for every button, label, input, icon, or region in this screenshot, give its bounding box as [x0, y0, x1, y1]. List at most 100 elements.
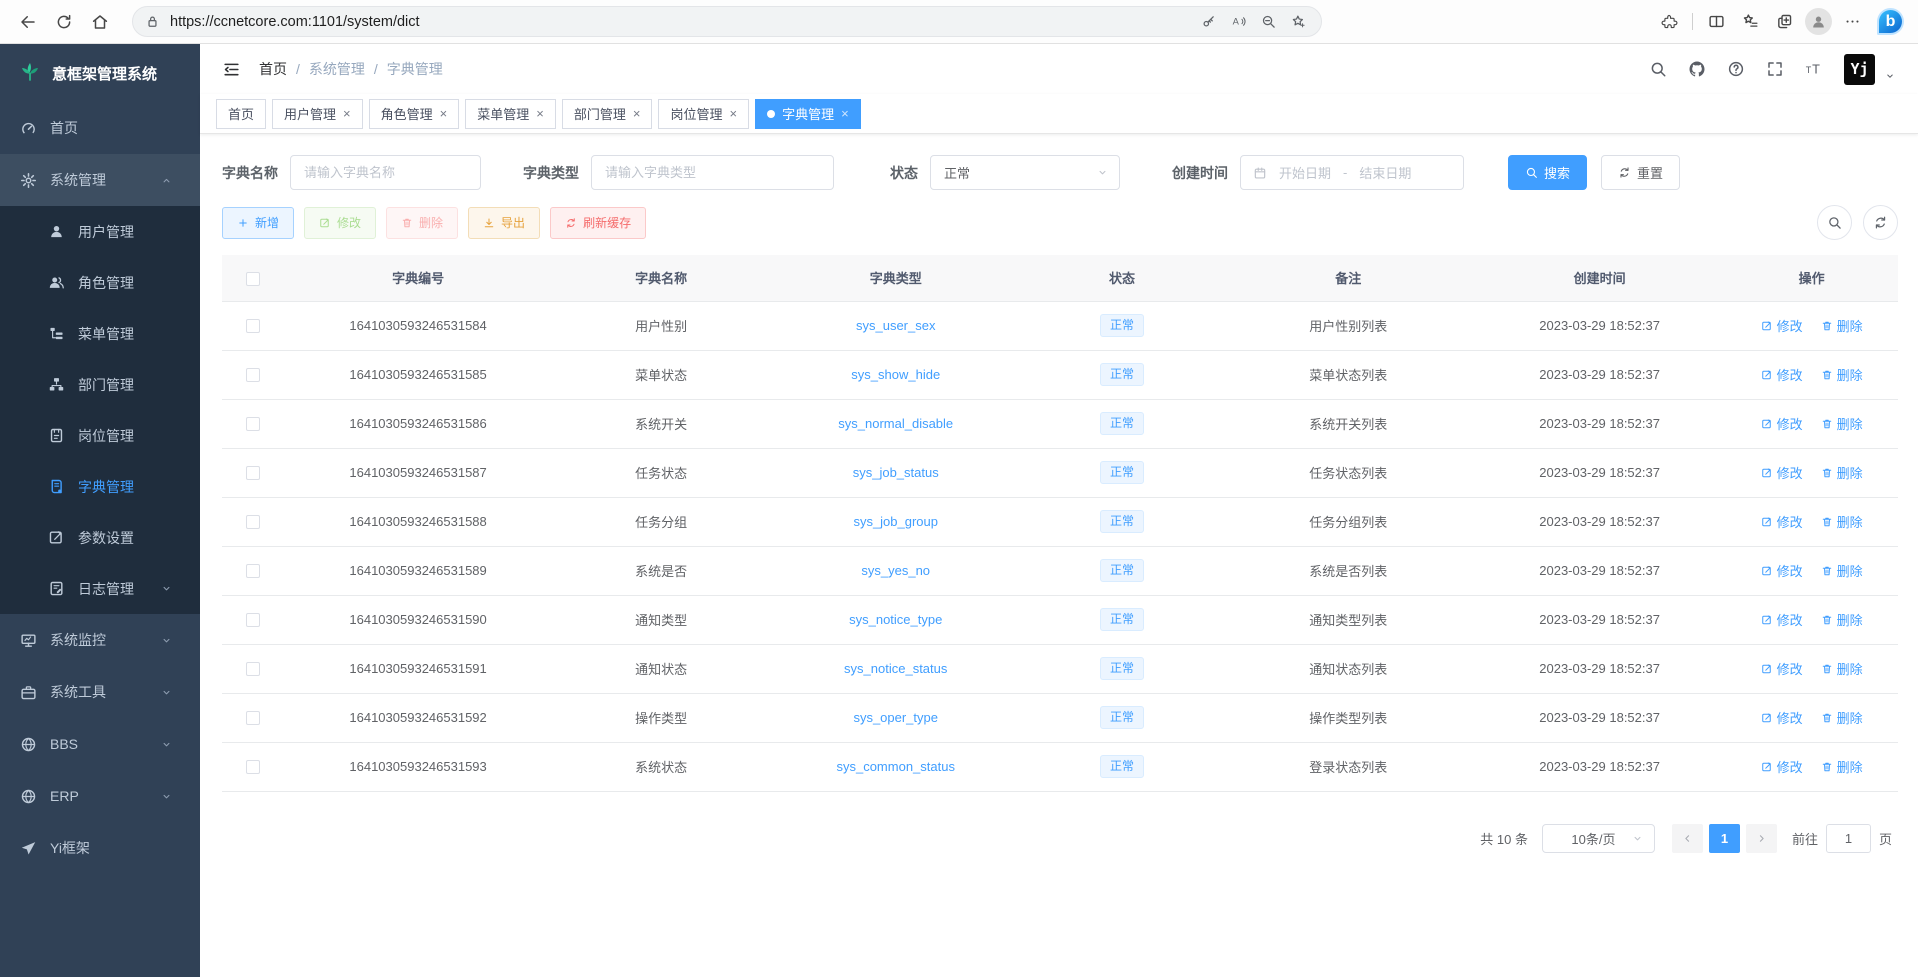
dict-type-link[interactable]: sys_normal_disable — [838, 416, 953, 431]
row-edit-link[interactable]: 修改 — [1761, 365, 1803, 384]
row-edit-link[interactable]: 修改 — [1761, 463, 1803, 482]
sidebar-item-user-admin[interactable]: 用户管理 — [0, 206, 200, 257]
row-checkbox[interactable] — [246, 368, 260, 382]
row-delete-link[interactable]: 删除 — [1821, 610, 1863, 629]
user-avatar[interactable]: Yj — [1844, 54, 1875, 85]
row-edit-link[interactable]: 修改 — [1761, 708, 1803, 727]
row-checkbox[interactable] — [246, 613, 260, 627]
sidebar-item-system-admin[interactable]: 系统管理 — [0, 154, 200, 206]
tab-close-icon[interactable]: × — [633, 106, 641, 121]
app-logo[interactable]: 意框架管理系统 — [0, 44, 200, 102]
sidebar-item-role-admin[interactable]: 角色管理 — [0, 257, 200, 308]
breadcrumb-item[interactable]: 系统管理 — [309, 59, 365, 79]
row-edit-link[interactable]: 修改 — [1761, 316, 1803, 335]
select-all-checkbox[interactable] — [246, 272, 260, 286]
tab-close-icon[interactable]: × — [440, 106, 448, 121]
row-delete-link[interactable]: 删除 — [1821, 708, 1863, 727]
dict-type-link[interactable]: sys_show_hide — [851, 367, 940, 382]
tab-post-admin[interactable]: 岗位管理× — [658, 99, 749, 129]
prev-page-button[interactable] — [1672, 824, 1703, 853]
tab-close-icon[interactable]: × — [729, 106, 737, 121]
row-checkbox[interactable] — [246, 466, 260, 480]
sidebar-item-log-admin[interactable]: 日志管理 — [0, 563, 200, 614]
sidebar-item-dict-admin[interactable]: 字典管理 — [0, 461, 200, 512]
edit-button[interactable]: 修改 — [304, 207, 376, 239]
reset-button[interactable]: 重置 — [1601, 155, 1680, 190]
dict-type-link[interactable]: sys_job_group — [853, 514, 938, 529]
row-checkbox[interactable] — [246, 760, 260, 774]
sidebar-item-yi-framework[interactable]: Yi框架 — [0, 822, 200, 874]
add-button[interactable]: 新增 — [222, 207, 294, 239]
sidebar-item-param-settings[interactable]: 参数设置 — [0, 512, 200, 563]
row-delete-link[interactable]: 删除 — [1821, 365, 1863, 384]
breadcrumb-item[interactable]: 字典管理 — [387, 59, 443, 79]
sidebar-item-erp[interactable]: ERP — [0, 770, 200, 822]
url-text[interactable]: https://ccnetcore.com:1101/system/dict — [170, 14, 1193, 30]
address-bar[interactable]: https://ccnetcore.com:1101/system/dict A — [132, 6, 1322, 37]
tab-role-admin[interactable]: 角色管理× — [369, 99, 460, 129]
date-range-picker[interactable]: 开始日期 - 结束日期 — [1240, 155, 1464, 190]
next-page-button[interactable] — [1746, 824, 1777, 853]
bing-discover-button[interactable]: b — [1877, 8, 1904, 35]
row-delete-link[interactable]: 删除 — [1821, 512, 1863, 531]
row-checkbox[interactable] — [246, 515, 260, 529]
dict-type-link[interactable]: sys_notice_type — [849, 612, 942, 627]
row-delete-link[interactable]: 删除 — [1821, 757, 1863, 776]
sidebar-item-post-admin[interactable]: 岗位管理 — [0, 410, 200, 461]
search-button[interactable]: 搜索 — [1508, 155, 1587, 190]
row-checkbox[interactable] — [246, 319, 260, 333]
tab-close-icon[interactable]: × — [841, 106, 849, 121]
tab-user-admin[interactable]: 用户管理× — [272, 99, 363, 129]
profile-button[interactable] — [1801, 4, 1835, 40]
row-checkbox[interactable] — [246, 564, 260, 578]
refresh-table-button[interactable] — [1863, 205, 1898, 240]
dict-type-link[interactable]: sys_job_status — [853, 465, 939, 480]
row-edit-link[interactable]: 修改 — [1761, 414, 1803, 433]
sidebar-item-system-monitor[interactable]: 系统监控 — [0, 614, 200, 666]
sidebar-item-system-tools[interactable]: 系统工具 — [0, 666, 200, 718]
tab-dept-admin[interactable]: 部门管理× — [562, 99, 653, 129]
search-button[interactable] — [1649, 60, 1667, 78]
dict-type-link[interactable]: sys_yes_no — [861, 563, 930, 578]
split-screen-button[interactable] — [1699, 4, 1733, 40]
dict-name-input[interactable] — [290, 155, 481, 190]
copy-tab-button[interactable] — [1767, 4, 1801, 40]
avatar-caret-down-icon[interactable] — [1884, 70, 1896, 82]
row-edit-link[interactable]: 修改 — [1761, 757, 1803, 776]
sidebar-item-menu-admin[interactable]: 菜单管理 — [0, 308, 200, 359]
dict-type-link[interactable]: sys_user_sex — [856, 318, 935, 333]
refresh-button[interactable] — [46, 4, 82, 40]
dict-type-link[interactable]: sys_oper_type — [853, 710, 938, 725]
sidebar-item-dept-admin[interactable]: 部门管理 — [0, 359, 200, 410]
sidebar-fold-button[interactable] — [222, 60, 241, 79]
read-aloud-button[interactable]: A — [1223, 8, 1253, 36]
favorite-add-button[interactable] — [1283, 8, 1313, 36]
github-button[interactable] — [1688, 60, 1706, 78]
row-edit-link[interactable]: 修改 — [1761, 659, 1803, 678]
tab-close-icon[interactable]: × — [536, 106, 544, 121]
row-checkbox[interactable] — [246, 417, 260, 431]
extensions-button[interactable] — [1652, 4, 1686, 40]
refresh-cache-button[interactable]: 刷新缓存 — [550, 207, 646, 239]
text-size-button[interactable]: TT — [1805, 60, 1823, 78]
collections-button[interactable] — [1733, 4, 1767, 40]
row-delete-link[interactable]: 删除 — [1821, 316, 1863, 335]
row-edit-link[interactable]: 修改 — [1761, 512, 1803, 531]
goto-page-input[interactable] — [1826, 824, 1871, 853]
sidebar-item-home[interactable]: 首页 — [0, 102, 200, 154]
key-button[interactable] — [1193, 8, 1223, 36]
fullscreen-button[interactable] — [1766, 60, 1784, 78]
tab-dict-admin[interactable]: 字典管理× — [755, 99, 861, 129]
help-button[interactable] — [1727, 60, 1745, 78]
page-size-select[interactable]: 10条/页 — [1542, 824, 1655, 853]
row-delete-link[interactable]: 删除 — [1821, 463, 1863, 482]
tab-menu-admin[interactable]: 菜单管理× — [465, 99, 556, 129]
row-delete-link[interactable]: 删除 — [1821, 414, 1863, 433]
row-delete-link[interactable]: 删除 — [1821, 659, 1863, 678]
row-delete-link[interactable]: 删除 — [1821, 561, 1863, 580]
sidebar-item-bbs[interactable]: BBS — [0, 718, 200, 770]
status-select[interactable]: 正常 — [930, 155, 1120, 190]
dict-type-link[interactable]: sys_notice_status — [844, 661, 947, 676]
row-checkbox[interactable] — [246, 711, 260, 725]
page-1-button[interactable]: 1 — [1709, 824, 1740, 853]
